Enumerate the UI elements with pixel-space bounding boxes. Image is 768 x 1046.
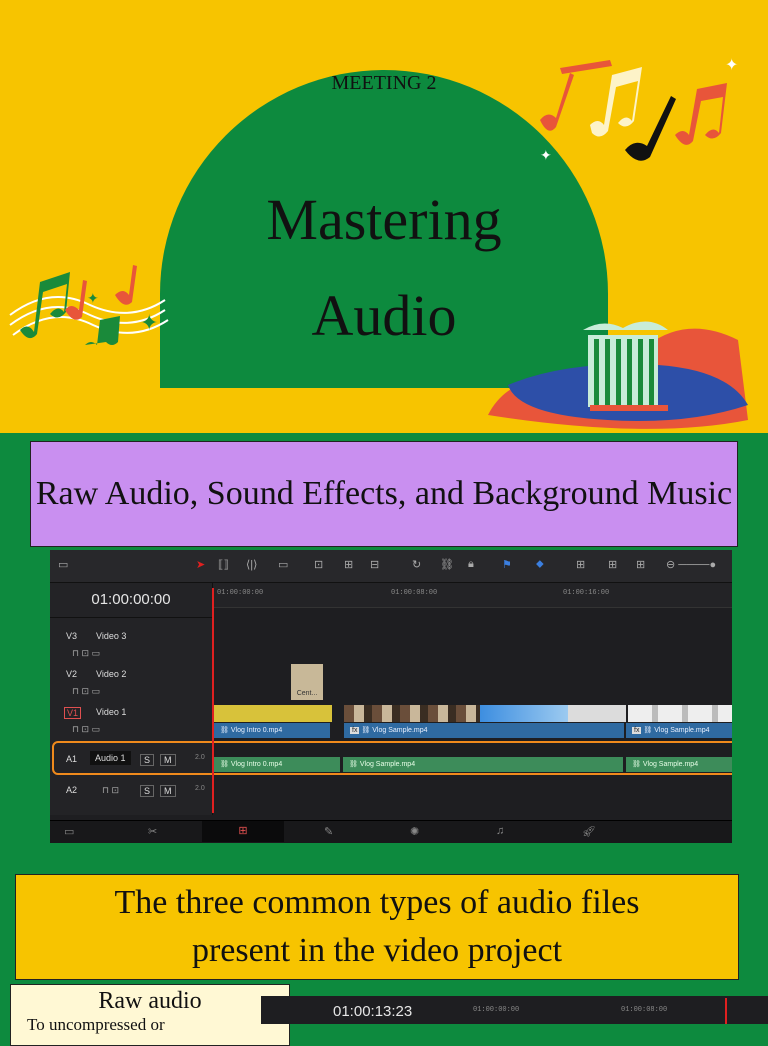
snap-icon[interactable]: ↻ [412,558,421,571]
section-heading-text: The three common types of audio files pr… [114,884,640,969]
title-banner: MEETING 2 Mastering Audio ✦ ✦ ✦ ✦ ✦ [0,0,768,433]
link-icon: ⛓ [220,727,231,734]
section-heading-audio-types: The three common types of audio files pr… [15,874,739,980]
link-icon: ⛓ [361,727,373,734]
svg-text:✦: ✦ [140,310,158,335]
playhead[interactable] [725,998,727,1024]
clip-name: Vlog Sample.mp4 [654,727,710,734]
card-text: To uncompressed or [27,1015,165,1034]
timecode-display: 01:00:13:23 [333,1003,413,1020]
replace-icon[interactable]: ⊟ [370,558,379,571]
fx-badge: fx [632,727,642,734]
v2-clip[interactable]: Cent... [291,664,323,700]
fusion-page-icon[interactable]: ✎ [324,825,333,838]
video-clip[interactable]: ⛓ Vlog Intro 0.mp4 [214,723,330,738]
cut-page-icon[interactable]: ✂ [148,825,157,838]
track-id: A2 [66,785,78,795]
layout-icon[interactable]: ▭ [58,558,68,571]
title-line-1: Mastering [266,187,502,252]
overwrite-icon[interactable]: ⊞ [344,558,353,571]
flag-icon[interactable]: ⚑ [502,558,512,571]
v2-clip-label: Cent... [296,690,318,697]
video-clip[interactable]: fx ⛓ Vlog Sample.mp4 [344,723,624,738]
ruler-label: 01:00:08:00 [621,1006,668,1014]
time-ruler[interactable]: 01:00:00:00 01:00:08:00 01:00:16:00 [213,583,732,608]
track-name: Video 3 [96,631,127,641]
raw-audio-card: Raw audio To uncompressed or [10,984,290,1046]
track-id: V3 [66,631,78,641]
section-heading-text: Raw Audio, Sound Effects, and Background… [35,475,733,512]
lock-icon[interactable]: ⊓ ⊡ ▭ [72,648,100,659]
card-title: Raw audio [98,988,202,1014]
marker-icon[interactable]: ⬥ [536,558,544,571]
section-heading-raw-audio: Raw Audio, Sound Effects, and Background… [30,441,738,547]
lock-icon[interactable]: ⊓ ⊡ [102,785,119,796]
timecode-display: 01:00:00:00 [50,583,212,618]
ruler-label: 01:00:16:00 [563,589,610,597]
svg-text:✦: ✦ [540,149,552,164]
lock-icon[interactable]: ⊓ ⊡ ▭ [72,724,100,735]
svg-text:✦: ✦ [735,169,745,170]
svg-text:✦: ✦ [87,292,99,307]
music-note-icon: ✦ ✦ ✦ [540,57,745,170]
timeline-editor-2: 01:00:13:23 01:00:00:00 01:00:08:00 [261,996,768,1024]
zoom-icon[interactable]: ⊞ [576,558,585,571]
link-icon: ⛓ [643,727,655,734]
solo-button[interactable]: S [140,785,155,797]
audio-track-highlight [52,741,732,775]
lock-icon[interactable]: 🔒︎ [468,558,474,571]
clip-name: Vlog Intro 0.mp4 [230,727,283,734]
video-clip[interactable]: fx ⛓ Vlog Sample.mp4 [626,723,732,738]
lock-icon[interactable]: ⊓ ⊡ ▭ [72,686,100,697]
fairlight-page-icon[interactable]: ♫ [496,825,504,837]
dynamic-trim-icon[interactable]: ⟨|⟩ [246,558,257,571]
ruler-label: 01:00:00:00 [217,589,264,597]
color-page-icon[interactable]: ✺ [410,825,419,838]
blade-icon[interactable]: ▭ [278,558,288,571]
video-thumbnail [344,705,480,722]
link-icon[interactable]: ⛓ [440,558,454,571]
edit-page-icon[interactable]: ⊞ [202,821,284,842]
track-level: 2.0 [195,785,205,792]
track-name: Video 1 [96,707,127,717]
track-id: V2 [66,669,78,679]
svg-text:✦: ✦ [725,57,738,74]
pillar-icon [488,321,748,429]
mute-button[interactable]: M [160,785,176,797]
track-name: Video 2 [96,669,127,679]
zoom-icon[interactable]: ⊞ [636,558,645,571]
video-thumbnail [568,705,626,722]
fx-badge: fx [350,727,360,734]
music-note-icon: ✦ ✦ [9,265,169,345]
media-page-icon[interactable]: ▭ [64,825,74,838]
track-id: V1 [64,707,82,719]
clip-name: Vlog Sample.mp4 [372,727,428,734]
video-thumbnail [480,705,568,722]
zoom-icon[interactable]: ⊞ [608,558,617,571]
deliver-page-icon[interactable]: 🚀︎ [582,825,596,838]
timeline-toolbar: ▭ ➤ ⟦⟧ ⟨|⟩ ▭ ⊡ ⊞ ⊟ ↻ ⛓ 🔒︎ ⚑ ⬥ ⊞ ⊞ ⊞ ⊖ ──… [50,550,732,583]
insert-icon[interactable]: ⊡ [314,558,323,571]
ruler-label: 01:00:08:00 [391,589,438,597]
video-thumbnail [214,705,332,722]
timeline-editor: ▭ ➤ ⟦⟧ ⟨|⟩ ▭ ⊡ ⊞ ⊟ ↻ ⛓ 🔒︎ ⚑ ⬥ ⊞ ⊞ ⊞ ⊖ ──… [50,550,732,843]
video-thumbnail [628,705,732,722]
playhead[interactable] [212,588,214,813]
page-navigation-bar: ▭ ✂ ⊞ ✎ ✺ ♫ 🚀︎ [50,820,732,843]
ruler-label: 01:00:00:00 [473,1006,520,1014]
zoom-slider[interactable]: ⊖ ────● [666,558,716,571]
arrow-select-icon[interactable]: ➤ [196,558,205,571]
trim-icon[interactable]: ⟦⟧ [218,558,229,571]
